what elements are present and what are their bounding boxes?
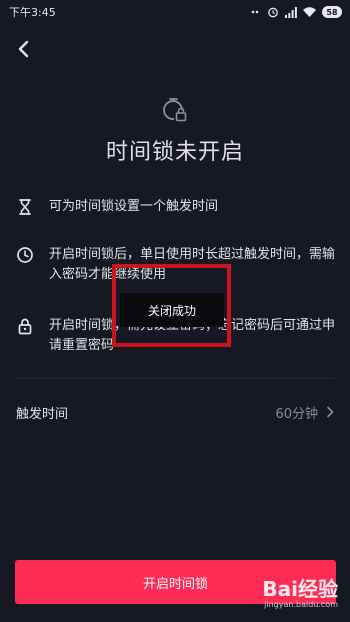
setting-value: 60分钟 [275, 406, 318, 422]
trigger-time-setting-row[interactable]: 触发时间 60分钟 [0, 393, 350, 431]
wifi-icon [303, 7, 316, 17]
feature-text: 可为时间锁设置一个触发时间 [49, 199, 219, 214]
chevron-left-icon [18, 40, 29, 58]
page-title: 时间锁未开启 [105, 140, 244, 165]
divider [16, 378, 334, 379]
signal-icon [285, 6, 297, 18]
watermark-brand: Bai经验 [262, 577, 338, 601]
status-icons: 58 [251, 6, 342, 18]
battery-indicator: 58 [322, 6, 342, 18]
setting-value-group: 60分钟 [275, 403, 334, 422]
clock-icon [17, 247, 33, 263]
dots-icon [251, 10, 259, 14]
watermark-url: jingyan.baidu.com [264, 600, 338, 609]
hourglass-icon [19, 199, 31, 215]
timer-lock-icon [163, 98, 187, 122]
alarm-icon [268, 7, 278, 18]
back-button[interactable] [10, 36, 36, 62]
feature-item-trigger-time: 可为时间锁设置一个触发时间 [16, 197, 336, 217]
status-bar: 下午3:45 58 [0, 0, 350, 24]
chevron-right-icon [327, 406, 334, 418]
lock-icon [18, 318, 32, 335]
setting-label: 触发时间 [16, 406, 69, 422]
annotation-highlight-box [112, 264, 231, 347]
watermark: Bai经验 jingyan.baidu.com [262, 578, 338, 609]
status-time: 下午3:45 [9, 6, 56, 19]
